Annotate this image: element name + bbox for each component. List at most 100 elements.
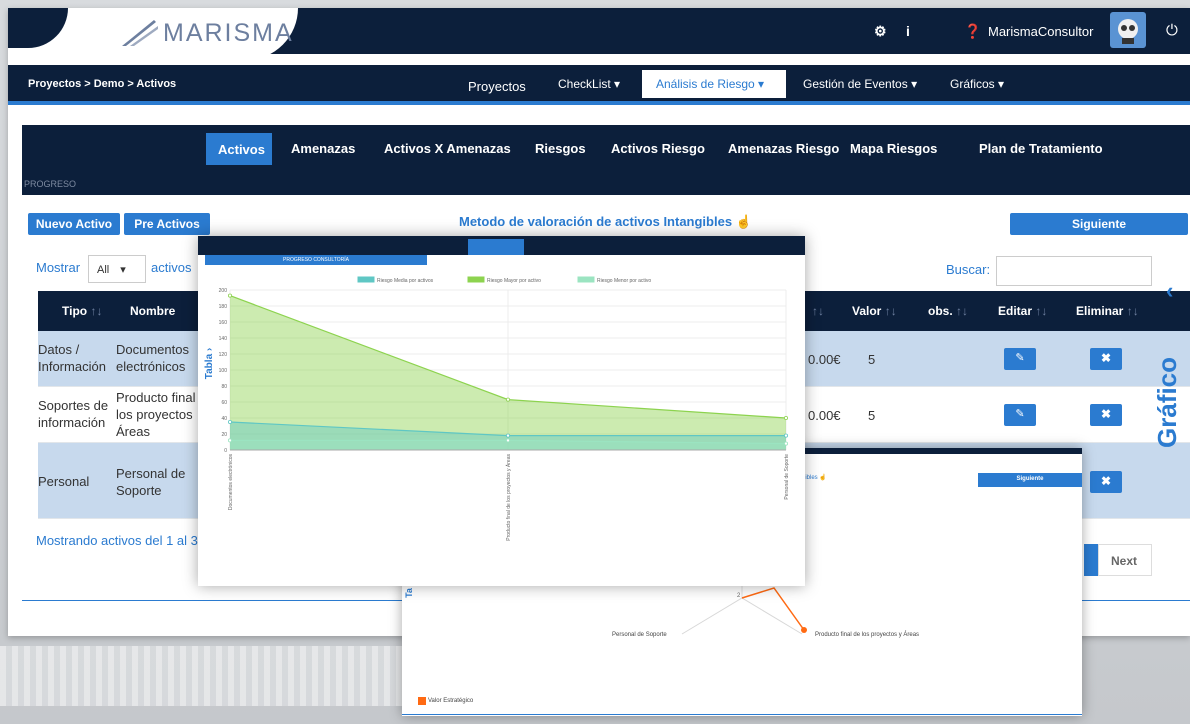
delete-button[interactable]: ✖ [1090, 471, 1122, 493]
sort-icon: ↑↓ [884, 304, 897, 318]
cell-tipo: Datos / Información [38, 342, 106, 374]
main-navbar: Proyectos > Demo > Activos Proyectos Che… [8, 65, 1190, 105]
data-point [505, 397, 510, 402]
tab-activos[interactable]: Activos [206, 133, 272, 165]
help-icon[interactable]: ❓ [964, 23, 981, 40]
cell-costo: 0.00€ [808, 408, 841, 423]
nuevo-activo-button[interactable]: Nuevo Activo [28, 213, 120, 235]
logo-wedge [8, 8, 68, 48]
radar-label: Personal de Soporte [612, 632, 667, 638]
logo[interactable]: MARISMA [8, 8, 298, 60]
buscar-label: Buscar: [946, 262, 991, 277]
nav-proyectos[interactable]: Proyectos [468, 79, 526, 94]
nav-graficos[interactable]: Gráficos ▾ [950, 77, 1004, 91]
th-costo-sort[interactable]: ↑↓ [812, 304, 824, 318]
th-valor-label: Valor [852, 304, 882, 318]
top-bar: MARISMA ⚙ i ❓ MarismaConsultor ⏻ [8, 8, 1190, 60]
radar-point [801, 627, 807, 633]
cell-costo: 0.00€ [808, 352, 841, 367]
y-tick-label: 80 [221, 384, 227, 390]
th-valor[interactable]: Valor ↑↓ [852, 304, 897, 318]
legend-label: Valor Estratégico [428, 698, 474, 704]
legend-swatch [418, 697, 426, 705]
tab-riesgos[interactable]: Riesgos [535, 141, 586, 156]
power-icon[interactable]: ⏻ [1166, 22, 1178, 39]
overlay-active-tab [468, 239, 524, 255]
data-point [784, 415, 789, 420]
user-name[interactable]: MarismaConsultor [988, 24, 1093, 39]
table-info: Mostrando activos del 1 al 3 [36, 533, 198, 548]
legend-swatch [467, 276, 485, 283]
overlay-metodo-fragment: gibles ☝ [802, 474, 827, 481]
info-icon[interactable]: i [906, 23, 910, 39]
siguiente-button[interactable]: Siguiente [1010, 213, 1188, 235]
th-obs[interactable]: obs. ↑↓ [928, 304, 968, 318]
breadcrumb[interactable]: Proyectos > Demo > Activos [28, 78, 176, 90]
close-icon: ✖ [1100, 351, 1112, 365]
grafico-toggle[interactable]: Gráfico [1152, 357, 1183, 448]
sort-icon: ↑↓ [956, 304, 969, 318]
tab-amenazas-riesgo[interactable]: Amenazas Riesgo [728, 141, 839, 156]
close-icon: ✖ [1100, 474, 1112, 488]
tab-amenazas[interactable]: Amenazas [291, 141, 355, 156]
y-tick-label: 140 [219, 336, 228, 342]
cell-nombre: Producto final los proyectos Áreas [116, 390, 196, 439]
chevron-down-icon: ▾ [120, 264, 126, 276]
radar-series-line [741, 587, 805, 631]
cell-nombre: Personal de Soporte [116, 466, 186, 498]
area-chart: 0 20 40 60 80 100 120 140 160 180 200 Documentos el… [219, 276, 790, 541]
legend-label: Riesgo Mayor por activo [487, 278, 541, 284]
radar-tick: 2 [737, 593, 741, 599]
data-point [784, 441, 789, 446]
entries-select[interactable]: All ▾ [88, 255, 146, 283]
next-button[interactable]: Next [1098, 544, 1152, 576]
tab-activos-x-amenazas[interactable]: Activos X Amenazas [384, 141, 511, 156]
activos-label: activos [151, 260, 192, 275]
settings-icon[interactable]: ⚙ [874, 23, 887, 40]
data-point [784, 433, 789, 438]
tab-plan-tratamiento[interactable]: Plan de Tratamiento [979, 141, 1103, 156]
th-editar[interactable]: Editar ↑↓ [998, 304, 1047, 318]
overlay-tabla-tab[interactable]: Ta [404, 588, 414, 598]
progress-bar: PROGRESO [22, 173, 1190, 195]
th-obs-label: obs. [928, 304, 953, 318]
close-icon: ✖ [1100, 407, 1112, 421]
mostrar-label: Mostrar [36, 260, 81, 275]
th-nombre[interactable]: Nombre [130, 304, 175, 318]
tab-activos-riesgo[interactable]: Activos Riesgo [611, 141, 705, 156]
nav-analisis-riesgo[interactable]: Análisis de Riesgo ▾ [642, 70, 786, 98]
th-nombre-label: Nombre [130, 304, 176, 318]
y-tick-label: 60 [221, 400, 227, 406]
sort-icon: ↑↓ [812, 304, 824, 318]
y-tick-label: 120 [219, 352, 228, 358]
edit-button[interactable]: ✎ [1004, 404, 1036, 426]
pagination-active[interactable] [1084, 544, 1098, 576]
search-input[interactable] [996, 256, 1152, 286]
cell-valor: 5 [868, 352, 876, 367]
data-point [227, 438, 232, 443]
edit-button[interactable]: ✎ [1004, 348, 1036, 370]
th-tipo[interactable]: Tipo ↑↓ [62, 304, 102, 318]
delete-button[interactable]: ✖ [1090, 404, 1122, 426]
background-strip [0, 646, 420, 706]
pointer-hand-icon: ☝ [735, 214, 752, 229]
legend-swatch [577, 276, 595, 283]
y-tick-label: 100 [219, 368, 228, 374]
pointer-hand-icon: ☝ [819, 475, 827, 481]
data-point [227, 419, 232, 424]
th-eliminar[interactable]: Eliminar ↑↓ [1076, 304, 1139, 318]
chevron-left-icon[interactable]: ‹ [1166, 278, 1173, 304]
pre-activos-button[interactable]: Pre Activos [124, 213, 210, 235]
tab-mapa-riesgos[interactable]: Mapa Riesgos [850, 141, 937, 156]
x-tick-label: Documentos electrónicos [228, 454, 234, 511]
avatar[interactable] [1110, 12, 1146, 48]
cell-nombre: Documentos electrónicos [116, 342, 189, 374]
y-tick-label: 200 [219, 288, 228, 294]
entries-value: All [97, 264, 110, 276]
logo-text: MARISMA [163, 19, 294, 47]
nav-gestion-eventos[interactable]: Gestión de Eventos ▾ [803, 77, 917, 91]
delete-button[interactable]: ✖ [1090, 348, 1122, 370]
nav-checklist[interactable]: CheckList ▾ [558, 77, 620, 91]
metodo-valoracion-link[interactable]: Metodo de valoración de activos Intangib… [459, 214, 752, 230]
overlay-siguiente-button[interactable]: Siguiente [978, 473, 1082, 487]
